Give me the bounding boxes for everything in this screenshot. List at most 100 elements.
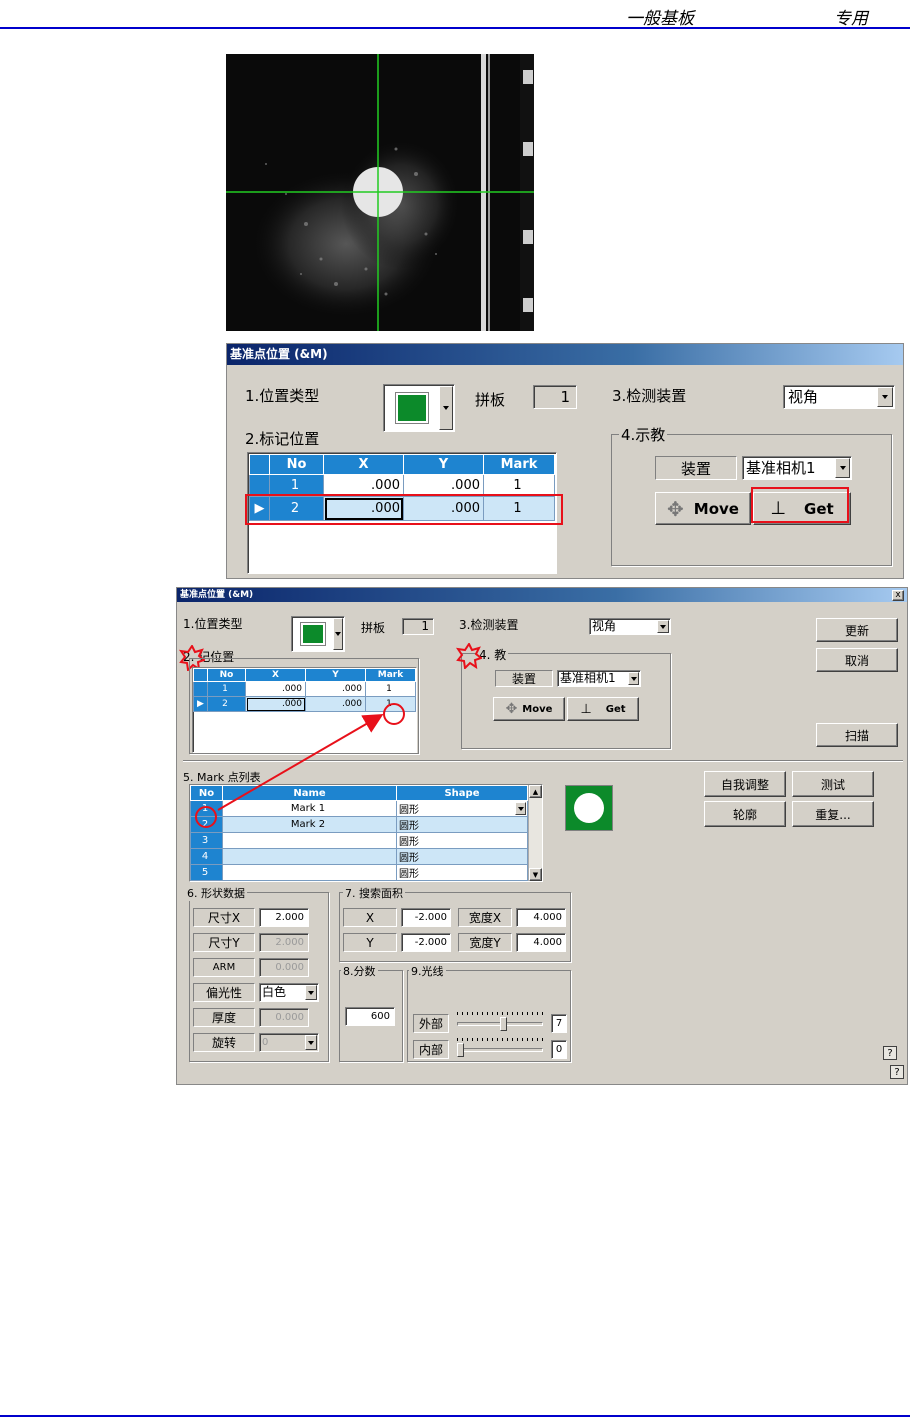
table-row[interactable]: ▶ 2 .000 .000 1 <box>193 696 416 712</box>
scrollbar[interactable]: ▲ ▼ <box>528 785 542 881</box>
width-y-label: 宽度Y <box>458 933 512 952</box>
chevron-down-icon[interactable] <box>333 618 343 650</box>
scroll-down-icon[interactable]: ▼ <box>529 868 542 881</box>
cell-name[interactable]: Mark 2 <box>222 816 397 833</box>
inner-slider-track[interactable] <box>457 1048 543 1052</box>
cell-name[interactable] <box>222 864 397 881</box>
list-item[interactable]: 4 圆形 <box>190 848 528 865</box>
repeat-button[interactable]: 重复... <box>792 801 874 827</box>
list-item[interactable]: 1 Mark 1 圆形 <box>190 800 528 817</box>
mark-no-annotation <box>195 806 217 828</box>
chevron-down-icon[interactable] <box>835 458 850 478</box>
chevron-down-icon[interactable] <box>439 386 453 430</box>
chevron-down-icon[interactable] <box>305 1035 317 1050</box>
cell-shape[interactable]: 圆形 <box>396 800 528 817</box>
mark-position-table: No X Y Mark 1 .000 .000 1 ▶ 2 .000 .000 … <box>193 668 416 712</box>
cell-shape[interactable]: 圆形 <box>396 848 528 865</box>
size-y-label: 尺寸Y <box>193 933 255 952</box>
update-button[interactable]: 更新 <box>816 618 898 642</box>
panel-label: 拼板 <box>361 621 386 635</box>
score-input[interactable]: 600 <box>345 1007 395 1026</box>
test-button[interactable]: 测试 <box>792 771 874 797</box>
device-select[interactable]: 基准相机1 <box>742 456 852 480</box>
divider <box>183 760 903 761</box>
footer-rule <box>0 1415 910 1417</box>
camera-view <box>226 54 534 331</box>
thickness-input[interactable]: 0.000 <box>259 1008 309 1027</box>
chevron-down-icon[interactable] <box>515 802 526 815</box>
col-mark: Mark <box>483 454 555 475</box>
table-row[interactable]: 1 .000 .000 1 <box>193 681 416 697</box>
cell-y[interactable]: .000 <box>305 696 366 712</box>
detect-device-value: 视角 <box>788 388 819 406</box>
cancel-button[interactable]: 取消 <box>816 648 898 672</box>
rotation-label: 旋转 <box>193 1033 255 1052</box>
arm-input[interactable]: 0.000 <box>259 958 309 977</box>
position-type-label: 1.位置类型 <box>245 387 320 405</box>
detect-device-select[interactable]: 视角 <box>589 618 671 635</box>
dialog-title: 基准点位置 (&M) <box>177 588 907 602</box>
cell-mark[interactable]: 1 <box>365 681 416 697</box>
close-button[interactable]: x <box>892 590 904 601</box>
move-label: Move <box>693 499 739 518</box>
position-type-select[interactable] <box>291 616 345 652</box>
cell-name[interactable]: Mark 1 <box>222 800 397 817</box>
inner-slider-thumb[interactable] <box>457 1043 464 1057</box>
scan-button[interactable]: 扫描 <box>816 723 898 747</box>
list-item[interactable]: 3 圆形 <box>190 832 528 849</box>
row-pointer-icon: ▶ <box>193 696 208 712</box>
chevron-down-icon[interactable] <box>305 985 317 1000</box>
position-type-label: 1.位置类型 <box>183 617 243 631</box>
x-input[interactable]: -2.000 <box>401 908 451 927</box>
self-adjust-button[interactable]: 自我调整 <box>704 771 786 797</box>
cell-shape[interactable]: 圆形 <box>396 832 528 849</box>
list-item[interactable]: 5 圆形 <box>190 864 528 881</box>
col-name: Name <box>222 785 397 801</box>
cell-y[interactable]: .000 <box>305 681 366 697</box>
detect-device-select[interactable]: 视角 <box>783 385 895 409</box>
arm-label: ARM <box>193 958 255 977</box>
polarity-value: 白色 <box>262 985 287 999</box>
cell-x[interactable]: .000 <box>245 696 306 712</box>
width-y-input[interactable]: 4.000 <box>516 933 566 952</box>
list-item[interactable]: 2 Mark 2 圆形 <box>190 816 528 833</box>
width-x-input[interactable]: 4.000 <box>516 908 566 927</box>
move-arrows-icon: ✥ <box>505 701 518 717</box>
chevron-down-icon[interactable] <box>628 672 639 685</box>
mark-cell-annotation <box>383 703 405 725</box>
chevron-down-icon[interactable] <box>657 620 669 633</box>
help-icon[interactable]: ? <box>890 1065 904 1079</box>
mark-position-dialog-zoomed: 基准点位置 (&M) 1.位置类型 拼板 1 3.检测装置 视角 2.标记位置 … <box>226 343 904 579</box>
device-select[interactable]: 基准相机1 <box>557 670 641 687</box>
move-button[interactable]: ✥ Move <box>493 697 565 721</box>
cell-name[interactable] <box>222 832 397 849</box>
move-button[interactable]: ✥ Move <box>655 492 751 525</box>
cell-name[interactable] <box>222 848 397 865</box>
cell-x[interactable]: .000 <box>245 681 306 697</box>
contour-button[interactable]: 轮廓 <box>704 801 786 827</box>
inner-value: 0 <box>551 1040 567 1059</box>
position-type-select[interactable] <box>383 384 455 432</box>
size-x-input[interactable]: 2.000 <box>259 908 309 927</box>
rotation-select[interactable]: 0 <box>259 1033 319 1052</box>
inner-slider-ticks <box>457 1038 543 1041</box>
cell-shape[interactable]: 圆形 <box>396 864 528 881</box>
dialog-title: 基准点位置 (&M) <box>227 344 903 365</box>
cell-shape[interactable]: 圆形 <box>396 816 528 833</box>
size-y-input[interactable]: 2.000 <box>259 933 309 952</box>
move-arrows-icon: ✥ <box>667 496 684 521</box>
header-right-text: 专用 <box>834 9 868 29</box>
teach-label: 4.示教 <box>619 424 668 445</box>
polarity-select[interactable]: 白色 <box>259 983 319 1002</box>
move-label: Move <box>522 703 553 715</box>
row-indicator <box>193 681 208 697</box>
star-annotation-icon <box>456 643 482 669</box>
outer-slider-thumb[interactable] <box>500 1017 508 1031</box>
get-button[interactable]: ⊥ Get <box>567 697 639 721</box>
y-input[interactable]: -2.000 <box>401 933 451 952</box>
chevron-down-icon[interactable] <box>877 387 893 407</box>
scroll-up-icon[interactable]: ▲ <box>529 785 542 798</box>
width-x-label: 宽度X <box>458 908 512 927</box>
mark-position-dialog: 基准点位置 (&M) x 1.位置类型 拼板 1 3.检测装置 视角 2. 记位… <box>176 587 908 1085</box>
help-icon[interactable]: ? <box>883 1046 897 1060</box>
